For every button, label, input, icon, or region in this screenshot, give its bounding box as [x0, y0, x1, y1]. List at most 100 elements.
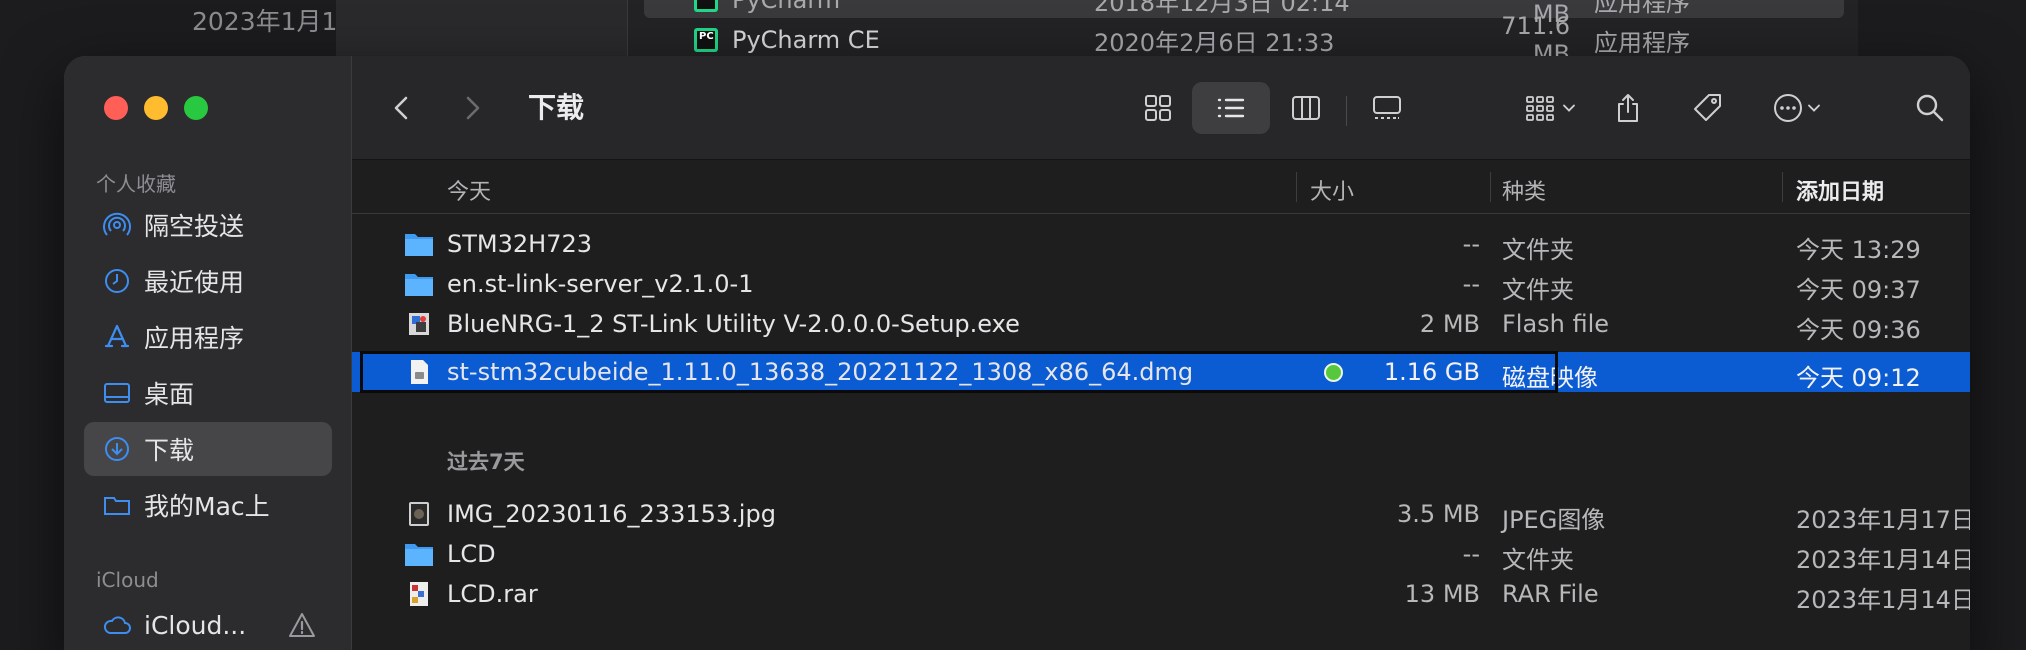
pycharm-app-icon: PC — [694, 0, 718, 12]
finder-window: 个人收藏 隔空投送 最近使用 应用程序 桌面 下载 我的Mac上 iCloud — [64, 56, 1970, 650]
group-header-past-7-days: 过去7天 — [447, 450, 525, 474]
file-date-added: 今天 13:29 — [1796, 236, 1921, 264]
file-row[interactable]: IMG_20230116_233153.jpg 3.5 MB JPEG图像 20… — [352, 494, 1970, 534]
sidebar-item-my-mac[interactable]: 我的Mac上 — [84, 478, 332, 532]
file-kind: Flash file — [1502, 310, 1610, 338]
gallery-icon — [1373, 96, 1401, 119]
warning-icon[interactable] — [288, 612, 316, 638]
chevron-left-icon — [394, 96, 408, 120]
list-view-button[interactable] — [1192, 82, 1270, 134]
file-row[interactable]: LCD.rar 13 MB RAR File 2023年1月14日 14:15 — [352, 574, 1970, 614]
file-row[interactable]: STM32H723 -- 文件夹 今天 13:29 — [352, 224, 1970, 264]
sidebar-item-label: 我的Mac上 — [144, 492, 270, 521]
background-date-text: 2023年1月1 — [192, 7, 338, 36]
action-menu-button[interactable] — [1758, 82, 1838, 134]
column-header-kind[interactable]: 种类 — [1502, 174, 1546, 206]
file-kind: 文件夹 — [1502, 276, 1574, 304]
file-row-selected[interactable]: st-stm32cubeide_1.11.0_13638_20221122_13… — [352, 352, 1970, 392]
sidebar-item-desktop[interactable]: 桌面 — [84, 366, 332, 420]
chevron-down-icon — [1563, 104, 1575, 112]
green-tag-dot — [1324, 363, 1343, 382]
icon-view-button[interactable] — [1130, 82, 1186, 134]
sidebar-item-label: 下载 — [144, 436, 195, 465]
file-kind: 文件夹 — [1502, 236, 1574, 264]
back-button[interactable] — [378, 82, 426, 134]
search-button[interactable] — [1902, 82, 1958, 134]
search-icon — [1916, 94, 1944, 122]
column-header-name[interactable]: 今天 — [447, 174, 491, 206]
file-row[interactable]: BlueNRG-1_2 ST-Link Utility V-2.0.0.0-Se… — [352, 304, 1970, 344]
cloud-icon — [103, 616, 131, 634]
sidebar: 个人收藏 隔空投送 最近使用 应用程序 桌面 下载 我的Mac上 iCloud — [64, 56, 352, 650]
sidebar-item-label: 最近使用 — [144, 268, 245, 297]
background-row-kind: 应用程序 — [1594, 28, 1690, 57]
background-row-name: PyCharm CE — [732, 26, 880, 54]
airdrop-icon — [103, 212, 131, 236]
file-name: LCD — [447, 540, 496, 568]
file-name: st-stm32cubeide_1.11.0_13638_20221122_13… — [447, 358, 1194, 386]
installer-exe-icon — [409, 313, 429, 335]
minimize-window-button[interactable] — [144, 96, 168, 120]
window-controls — [104, 96, 208, 120]
columns-icon — [1292, 96, 1320, 120]
window-title: 下载 — [528, 91, 585, 124]
sidebar-section-icloud: iCloud — [96, 568, 159, 592]
background-finder-window: 2023年1月1 下载 PCPyCharm 2018年12月3日 02:14 8… — [0, 0, 2026, 84]
file-size: -- — [1462, 540, 1480, 568]
file-kind: 文件夹 — [1502, 546, 1574, 574]
grid-icon — [1145, 95, 1171, 121]
background-row-pycharm-ce[interactable]: PC PyCharm CE 2020年2月6日 21:33 711.6 MB 应用… — [644, 12, 1844, 68]
sidebar-item-icloud-drive[interactable]: iCloud... — [84, 598, 332, 650]
chevron-down-icon — [1808, 104, 1820, 112]
gallery-view-button[interactable] — [1356, 82, 1418, 134]
folder-icon — [104, 497, 130, 515]
toolbar-divider — [1346, 96, 1347, 126]
file-date-added: 2023年1月14日 14:20 — [1796, 546, 1970, 574]
background-row-date: 2018年12月3日 02:14 — [1094, 0, 1350, 17]
column-separator[interactable] — [1782, 172, 1783, 202]
share-icon — [1618, 94, 1638, 122]
sidebar-item-downloads[interactable]: 下载 — [84, 422, 332, 476]
zoom-window-button[interactable] — [184, 96, 208, 120]
column-separator[interactable] — [1296, 172, 1297, 202]
list-icon — [1217, 98, 1245, 118]
background-row-kind: 应用程序 — [1594, 0, 1690, 17]
background-row-pycharm[interactable]: PCPyCharm 2018年12月3日 02:14 834.7 MB 应用程序 — [644, 0, 1844, 28]
file-date-added: 今天 09:37 — [1796, 276, 1921, 304]
share-button[interactable] — [1600, 82, 1656, 134]
file-date-added: 今天 09:36 — [1796, 316, 1921, 344]
forward-button[interactable] — [448, 82, 496, 134]
file-name: LCD.rar — [447, 580, 538, 608]
folder-icon — [405, 274, 433, 296]
sidebar-item-label: iCloud... — [144, 610, 247, 640]
close-window-button[interactable] — [104, 96, 128, 120]
file-size: -- — [1462, 270, 1480, 298]
clock-icon — [105, 269, 129, 293]
applications-icon — [104, 324, 130, 348]
file-row[interactable]: en.st-link-server_v2.1.0-1 -- 文件夹 今天 09:… — [352, 264, 1970, 304]
column-view-button[interactable] — [1276, 82, 1336, 134]
file-name: IMG_20230116_233153.jpg — [447, 500, 776, 528]
file-size: -- — [1462, 230, 1480, 258]
file-size: 1.16 GB — [1383, 358, 1480, 386]
file-row[interactable]: LCD -- 文件夹 2023年1月14日 14:20 — [352, 534, 1970, 574]
file-kind: RAR File — [1502, 580, 1599, 608]
sidebar-item-label: 桌面 — [144, 380, 195, 409]
background-row-date: 2020年2月6日 21:33 — [1094, 28, 1335, 57]
tag-icon — [1694, 94, 1721, 121]
file-list: 今天 大小 种类 添加日期 STM32H723 -- 文件夹 今天 13:29 … — [352, 160, 1970, 650]
folder-icon — [405, 544, 433, 566]
sidebar-item-label: 应用程序 — [144, 324, 245, 353]
sidebar-item-recents[interactable]: 最近使用 — [84, 254, 332, 308]
file-size: 13 MB — [1404, 580, 1480, 608]
sidebar-item-applications[interactable]: 应用程序 — [84, 310, 332, 364]
group-by-button[interactable] — [1510, 82, 1592, 134]
column-header-size[interactable]: 大小 — [1310, 174, 1354, 206]
column-separator[interactable] — [1490, 172, 1491, 202]
column-header-date-added[interactable]: 添加日期 — [1796, 174, 1884, 206]
ellipsis-circle-icon — [1774, 94, 1802, 122]
pycharm-ce-app-icon: PC — [694, 28, 718, 52]
file-name: BlueNRG-1_2 ST-Link Utility V-2.0.0.0-Se… — [447, 310, 1020, 338]
sidebar-item-airdrop[interactable]: 隔空投送 — [84, 198, 332, 252]
tags-button[interactable] — [1680, 82, 1736, 134]
